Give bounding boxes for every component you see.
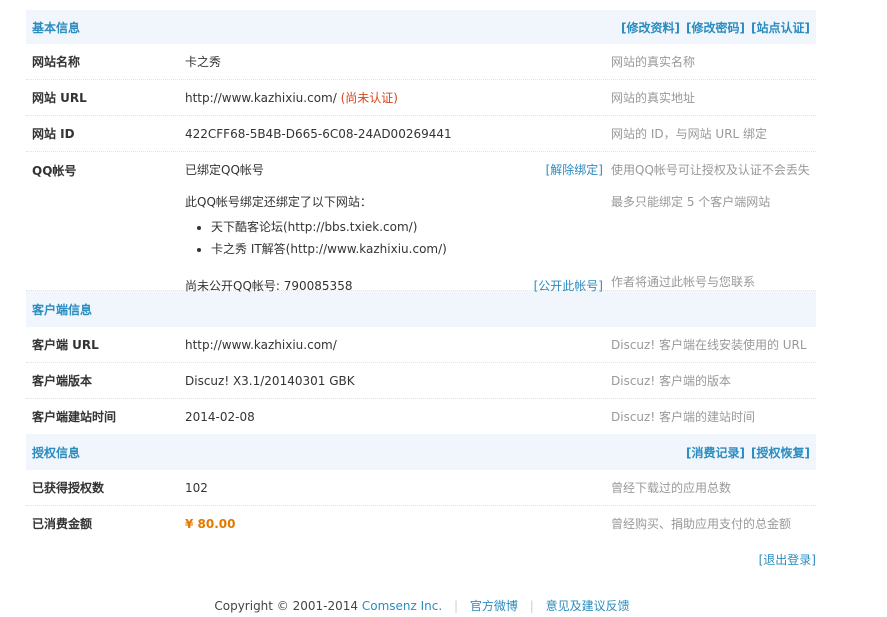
site-url-note: 网站的真实地址 [611,91,696,105]
row-amount-spent: 已消费金额 ¥ 80.00 曾经购买、捐助应用支付的总金额 [26,506,816,541]
qq-note-1: 使用QQ帐号可让授权及认证不会丢失 [611,163,810,177]
consumption-record-link[interactable]: [消费记录] [686,446,745,460]
bound-sites-list: 天下酷客论坛(http://bbs.txiek.com/) 卡之秀 IT解答(h… [185,219,603,263]
row-site-id: 网站 ID 422CFF68-5B4B-D665-6C08-24AD002694… [26,116,816,152]
copyright-text: Copyright © 2001-2014 [214,599,359,613]
company-link[interactable]: Comsenz Inc. [362,599,442,613]
site-url-value: http://www.kazhixiu.com/ [185,91,337,105]
amount-spent-note: 曾经购买、捐助应用支付的总金额 [611,517,792,531]
site-url-cell: http://www.kazhixiu.com/ (尚未认证) [184,89,603,106]
amount-spent-value: ¥ 80.00 [185,516,236,531]
footer-separator: | [454,599,459,613]
row-client-date: 客户端建站时间 2014-02-08 Discuz! 客户端的建站时间 [26,399,816,434]
edit-profile-link[interactable]: [修改资料] [621,21,680,35]
footer-separator: | [529,599,534,613]
qq-notes: 使用QQ帐号可让授权及认证不会丢失 最多只能绑定 5 个客户端网站 作者将通过此… [603,152,816,290]
client-date-label: 客户端建站时间 [32,410,117,424]
client-url-value: http://www.kazhixiu.com/ [185,337,337,352]
site-name-value: 卡之秀 [185,55,222,69]
footer: Copyright © 2001-2014 Comsenz Inc. | 官方微… [0,597,844,614]
license-count-note: 曾经下载过的应用总数 [611,481,732,495]
account-panel: 基本信息 [修改资料] [修改密码] [站点认证] 网站名称 卡之秀 网站的真实名称… [26,10,816,569]
row-site-url: 网站 URL http://www.kazhixiu.com/ (尚未认证) 网… [26,80,816,116]
bound-site-item: 天下酷客论坛(http://bbs.txiek.com/) [211,219,603,241]
client-version-value: Discuz! X3.1/20140301 GBK [185,373,355,388]
license-info-header: 授权信息 [消费记录] [授权恢复] [26,434,816,470]
feedback-link[interactable]: 意见及建议反馈 [546,599,630,613]
site-id-value: 422CFF68-5B4B-D665-6C08-24AD00269441 [185,126,452,141]
qq-also-line: 此QQ帐号绑定还绑定了以下网站： [185,195,372,209]
license-info-title: 授权信息 [32,445,81,460]
qq-public-text: 尚未公开QQ帐号: 790085358 [185,279,353,293]
qq-public-line: 尚未公开QQ帐号: 790085358 [公开此帐号] [185,278,603,299]
site-url-label: 网站 URL [32,91,87,105]
amount-spent-label: 已消费金额 [32,517,93,531]
basic-info-title: 基本信息 [32,20,81,35]
logout-link[interactable]: [退出登录] [759,551,816,568]
change-password-link[interactable]: [修改密码] [686,21,745,35]
client-version-note: Discuz! 客户端的版本 [611,374,731,388]
row-site-name: 网站名称 卡之秀 网站的真实名称 [26,44,816,80]
verify-status-badge: (尚未认证) [340,91,398,105]
qq-cell: 已绑定QQ帐号 [解除绑定] 此QQ帐号绑定还绑定了以下网站： 天下酷客论坛(h… [184,152,603,293]
qq-bound-text: 已绑定QQ帐号 [185,163,264,177]
client-url-note: Discuz! 客户端在线安装使用的 URL [611,338,807,352]
publish-qq-link[interactable]: [公开此帐号] [534,278,603,294]
row-client-url: 客户端 URL http://www.kazhixiu.com/ Discuz!… [26,327,816,363]
site-name-note: 网站的真实名称 [611,55,696,69]
license-count-label: 已获得授权数 [32,481,105,495]
unbind-qq-link[interactable]: [解除绑定] [546,162,603,178]
row-license-count: 已获得授权数 102 曾经下载过的应用总数 [26,470,816,506]
row-qq-account: QQ帐号 已绑定QQ帐号 [解除绑定] 此QQ帐号绑定还绑定了以下网站： 天下酷… [26,152,816,293]
license-count-value: 102 [185,480,208,495]
site-verify-link[interactable]: [站点认证] [751,21,810,35]
license-info-links: [消费记录] [授权恢复] [680,444,810,461]
basic-info-header: 基本信息 [修改资料] [修改密码] [站点认证] [26,10,816,44]
logout-row: [退出登录] [26,541,816,569]
license-restore-link[interactable]: [授权恢复] [751,446,810,460]
client-date-value: 2014-02-08 [185,409,255,424]
client-date-note: Discuz! 客户端的建站时间 [611,410,755,424]
qq-note-3: 作者将通过此帐号与您联系 [611,275,756,289]
client-info-title: 客户端信息 [32,302,93,317]
site-name-label: 网站名称 [32,55,81,69]
site-id-label: 网站 ID [32,127,75,141]
site-id-note: 网站的 ID，与网站 URL 绑定 [611,127,768,141]
qq-note-2: 最多只能绑定 5 个客户端网站 [611,195,771,209]
official-weibo-link[interactable]: 官方微博 [470,599,518,613]
bound-site-item: 卡之秀 IT解答(http://www.kazhixiu.com/) [211,241,603,263]
client-url-label: 客户端 URL [32,338,99,352]
client-version-label: 客户端版本 [32,374,93,388]
row-client-version: 客户端版本 Discuz! X3.1/20140301 GBK Discuz! … [26,363,816,399]
basic-info-links: [修改资料] [修改密码] [站点认证] [615,19,810,36]
qq-bound-line: 已绑定QQ帐号 [解除绑定] [185,162,603,183]
qq-label: QQ帐号 [32,164,77,178]
